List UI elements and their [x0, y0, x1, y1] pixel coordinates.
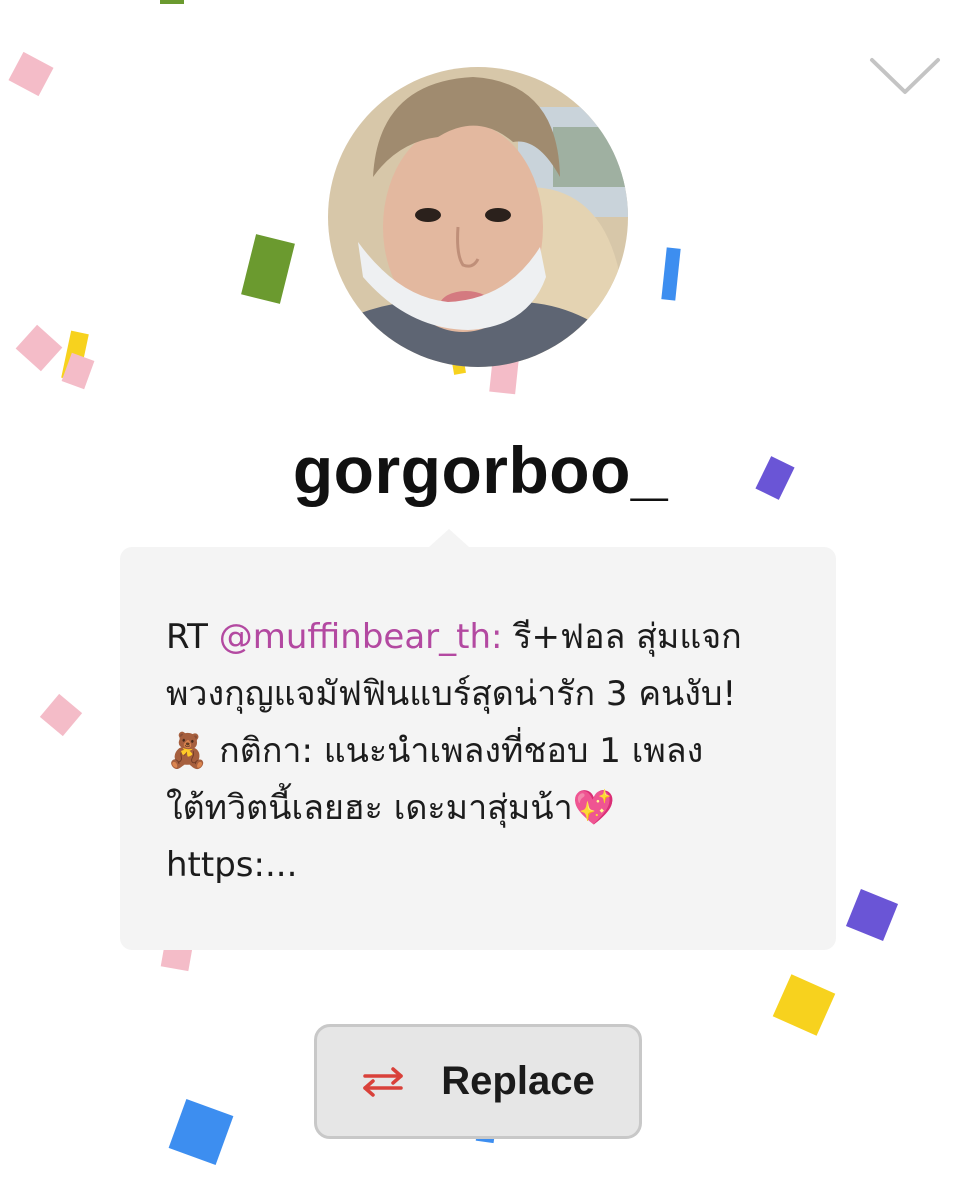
- tweet-line-3-text: กติกา: แนะนำเพลงที่ชอบ 1 เพลง: [208, 731, 704, 771]
- teddy-bear-icon: 🧸: [166, 731, 209, 771]
- avatar: [328, 67, 628, 367]
- confetti-piece: [61, 330, 89, 382]
- confetti-piece: [15, 324, 63, 372]
- tweet-line-4: ใต้ทวิตนี้เลยฮะ เดะมาสุ่มน้า💖: [166, 780, 806, 837]
- tweet-line-1: RT @muffinbear_th: รี+ฟอล สุ่มแจก: [166, 609, 806, 666]
- confetti-piece: [241, 234, 295, 304]
- swap-arrows-icon: [363, 1066, 404, 1097]
- tweet-bubble: RT @muffinbear_th: รี+ฟอล สุ่มแจก พวงกุญ…: [120, 529, 836, 950]
- tweet-line-4-text: ใต้ทวิตนี้เลยฮะ เดะมาสุ่มน้า: [166, 788, 573, 828]
- tweet-line-2: พวงกุญแจมัฟฟินแบร์สุดน่ารัก 3 คนงับ!: [166, 674, 737, 714]
- confetti-piece: [661, 247, 681, 301]
- confetti-piece: [772, 974, 836, 1036]
- confetti-piece: [61, 352, 95, 390]
- confetti-piece: [168, 1099, 234, 1165]
- replace-button[interactable]: Replace: [314, 1024, 642, 1139]
- confetti-piece: [8, 51, 54, 97]
- confetti-piece: [39, 693, 83, 737]
- collapse-button[interactable]: [868, 54, 942, 98]
- retweet-prefix: RT: [166, 617, 219, 657]
- bubble-pointer: [429, 529, 469, 547]
- mention-link[interactable]: @muffinbear_th:: [219, 617, 503, 657]
- replace-label: Replace: [441, 1059, 595, 1103]
- profile-photo: [328, 67, 628, 367]
- tweet-text: RT @muffinbear_th: รี+ฟอล สุ่มแจก พวงกุญ…: [166, 609, 806, 894]
- chevron-down-icon: [870, 58, 940, 94]
- tweet-line-3: 🧸 กติกา: แนะนำเพลงที่ชอบ 1 เพลง: [166, 723, 806, 780]
- tweet-line-1-text: รี+ฟอล สุ่มแจก: [502, 617, 742, 657]
- confetti-piece: [845, 888, 899, 942]
- username: gorgorboo_: [292, 433, 669, 507]
- tweet-link[interactable]: https:...: [166, 837, 806, 894]
- confetti-piece: [160, 0, 184, 4]
- sparkling-heart-icon: 💖: [572, 788, 616, 828]
